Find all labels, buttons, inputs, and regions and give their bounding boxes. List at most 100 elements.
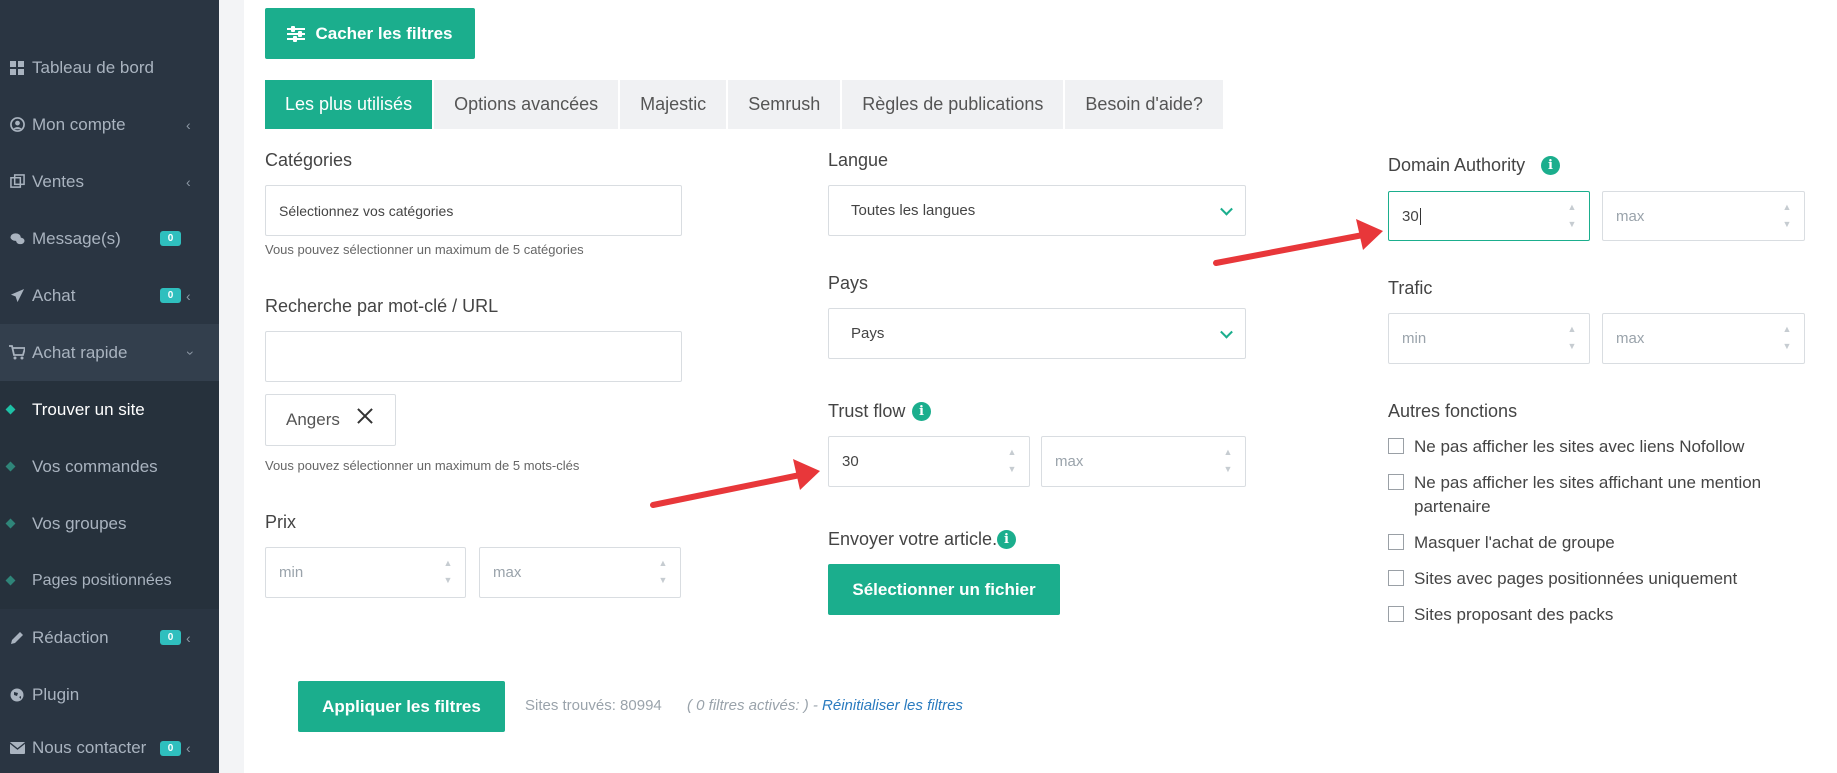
select-file-button[interactable]: Sélectionner un fichier — [828, 564, 1060, 615]
price-label: Prix — [265, 512, 296, 532]
price-max-input[interactable]: max ▲ ▼ — [479, 547, 681, 598]
info-icon[interactable]: i — [1541, 156, 1560, 175]
cart-icon — [9, 345, 25, 361]
sidebar-item-label: Nous contacter — [32, 738, 147, 757]
reset-filters-link[interactable]: Réinitialiser les filtres — [822, 697, 963, 714]
checkbox[interactable] — [1388, 474, 1404, 490]
checkbox[interactable] — [1388, 606, 1404, 622]
count-badge: 0 — [160, 740, 181, 756]
sidebar-item-account[interactable]: Mon compte ‹ — [0, 96, 219, 153]
user-icon — [9, 117, 25, 133]
spinner-icon[interactable]: ▲ ▼ — [1223, 444, 1233, 478]
text-cursor — [1419, 207, 1421, 225]
sidebar-subitem-orders[interactable]: Vos commandes — [0, 438, 219, 495]
domain-authority-max-input[interactable]: max ▲ ▼ — [1602, 191, 1805, 241]
country-select[interactable]: Pays — [828, 308, 1246, 359]
trust-flow-min-value: 30 — [842, 453, 859, 470]
sidebar-subitem-groups[interactable]: Vos groupes — [0, 495, 219, 552]
bullet-icon — [5, 404, 16, 415]
domain-authority-min-input[interactable]: 30 ▲ ▼ — [1388, 191, 1590, 241]
option-partner-mention[interactable]: Ne pas afficher les sites affichant une … — [1388, 471, 1804, 519]
sidebar-item-label: Mon compte — [32, 114, 126, 134]
annotation-arrow-icon — [1213, 219, 1383, 266]
bullet-icon — [5, 575, 16, 586]
count-badge: 0 — [160, 630, 181, 645]
bullet-icon — [5, 461, 16, 472]
spinner-icon[interactable]: ▲ ▼ — [1567, 321, 1577, 355]
spinner-icon[interactable]: ▲ ▼ — [1782, 321, 1792, 355]
bullet-icon — [5, 518, 16, 529]
sidebar-item-plugin[interactable]: Plugin — [0, 666, 219, 723]
sidebar-item-messages[interactable]: Message(s) 0 — [0, 210, 219, 267]
send-icon — [9, 288, 25, 304]
option-nofollow[interactable]: Ne pas afficher les sites avec liens Nof… — [1388, 435, 1804, 459]
spinner-icon[interactable]: ▲ ▼ — [1782, 199, 1792, 233]
keyword-help: Vous pouvez sélectionner un maximum de 5… — [265, 458, 580, 473]
traffic-max-input[interactable]: max ▲ ▼ — [1602, 313, 1805, 364]
tab-advanced-options[interactable]: Options avancées — [434, 80, 619, 129]
sidebar-subitem-find-site[interactable]: Trouver un site — [0, 381, 219, 438]
mail-icon — [9, 740, 25, 756]
traffic-min-input[interactable]: min ▲ ▼ — [1388, 313, 1590, 364]
sidebar-item-label: Achat rapide — [32, 342, 128, 362]
trust-flow-label: Trust flow — [828, 401, 906, 421]
other-functions-label: Autres fonctions — [1388, 401, 1518, 421]
info-icon[interactable]: i — [997, 530, 1016, 549]
apply-filters-button[interactable]: Appliquer les filtres — [298, 681, 505, 732]
sidebar-item-sales[interactable]: Ventes ‹ — [0, 153, 219, 210]
sidebar-subitem-label: Vos commandes — [32, 456, 158, 476]
chevron-left-icon: ‹ — [186, 173, 191, 190]
checkbox[interactable] — [1388, 534, 1404, 550]
checkbox[interactable] — [1388, 438, 1404, 454]
chevron-left-icon: ‹ — [186, 287, 191, 304]
sidebar-item-contact[interactable]: Nous contacter 0 ‹ — [0, 723, 219, 773]
categories-select[interactable]: Sélectionnez vos catégories — [265, 185, 682, 236]
spinner-icon[interactable]: ▲ ▼ — [1567, 199, 1577, 233]
sidebar-item-purchase[interactable]: Achat 0 ‹ — [0, 267, 219, 324]
count-badge: 0 — [160, 231, 181, 246]
pencil-icon — [9, 630, 25, 646]
info-icon[interactable]: i — [912, 402, 931, 421]
tab-help[interactable]: Besoin d'aide? — [1065, 80, 1223, 129]
language-label: Langue — [828, 150, 889, 170]
keyword-tag-label: Angers — [286, 410, 340, 429]
price-min-input[interactable]: min ▲ ▼ — [265, 547, 466, 598]
sidebar-item-label: Message(s) — [32, 228, 121, 248]
trust-flow-max-input[interactable]: max ▲ ▼ — [1041, 436, 1246, 487]
sidebar-item-quick-purchase[interactable]: Achat rapide ‹ — [0, 324, 219, 381]
tab-majestic[interactable]: Majestic — [620, 80, 727, 129]
spinner-icon[interactable]: ▲ ▼ — [1007, 444, 1017, 478]
tab-most-used[interactable]: Les plus utilisés — [265, 80, 433, 129]
checkbox[interactable] — [1388, 570, 1404, 586]
chevron-down-icon: ‹ — [180, 350, 197, 355]
hide-filters-button[interactable]: Cacher les filtres — [265, 8, 475, 59]
option-positioned-pages-only[interactable]: Sites avec pages positionnées uniquement — [1388, 567, 1804, 591]
sidebar-item-label: Rédaction — [32, 627, 109, 647]
option-packs[interactable]: Sites proposant des packs — [1388, 603, 1804, 627]
option-hide-group-purchase[interactable]: Masquer l'achat de groupe — [1388, 531, 1804, 555]
chevron-left-icon: ‹ — [186, 629, 191, 646]
sidebar-subitem-label: Pages positionnées — [32, 571, 172, 589]
trust-flow-min-input[interactable]: 30 ▲ ▼ — [828, 436, 1030, 487]
sidebar-subitem-positioned-pages[interactable]: Pages positionnées — [0, 552, 219, 609]
trust-flow-max-placeholder: max — [1055, 453, 1084, 470]
option-label: Ne pas afficher les sites affichant une … — [1414, 473, 1762, 516]
option-label: Sites avec pages positionnées uniquement — [1414, 569, 1738, 588]
sidebar-item-dashboard[interactable]: Tableau de bord — [0, 39, 219, 96]
country-value: Pays — [851, 325, 885, 342]
spinner-icon[interactable]: ▲ ▼ — [443, 555, 453, 589]
spinner-icon[interactable]: ▲ ▼ — [658, 555, 668, 589]
tab-publication-rules[interactable]: Règles de publications — [842, 80, 1064, 129]
keyword-input[interactable] — [265, 331, 682, 382]
sidebar-item-writing[interactable]: Rédaction 0 ‹ — [0, 609, 219, 666]
traffic-min-placeholder: min — [1402, 330, 1427, 347]
sidebar-subitem-label: Vos groupes — [32, 513, 127, 533]
close-icon[interactable] — [357, 408, 373, 424]
count-badge: 0 — [160, 288, 181, 303]
tab-semrush[interactable]: Semrush — [728, 80, 841, 129]
domain-authority-min-value: 30 — [1402, 207, 1419, 225]
price-min-placeholder: min — [279, 564, 304, 581]
language-select[interactable]: Toutes les langues — [828, 185, 1246, 236]
sidebar: Tableau de bord Mon compte ‹ Ventes ‹ Me… — [0, 0, 219, 773]
sidebar-item-label: Achat — [32, 285, 76, 305]
